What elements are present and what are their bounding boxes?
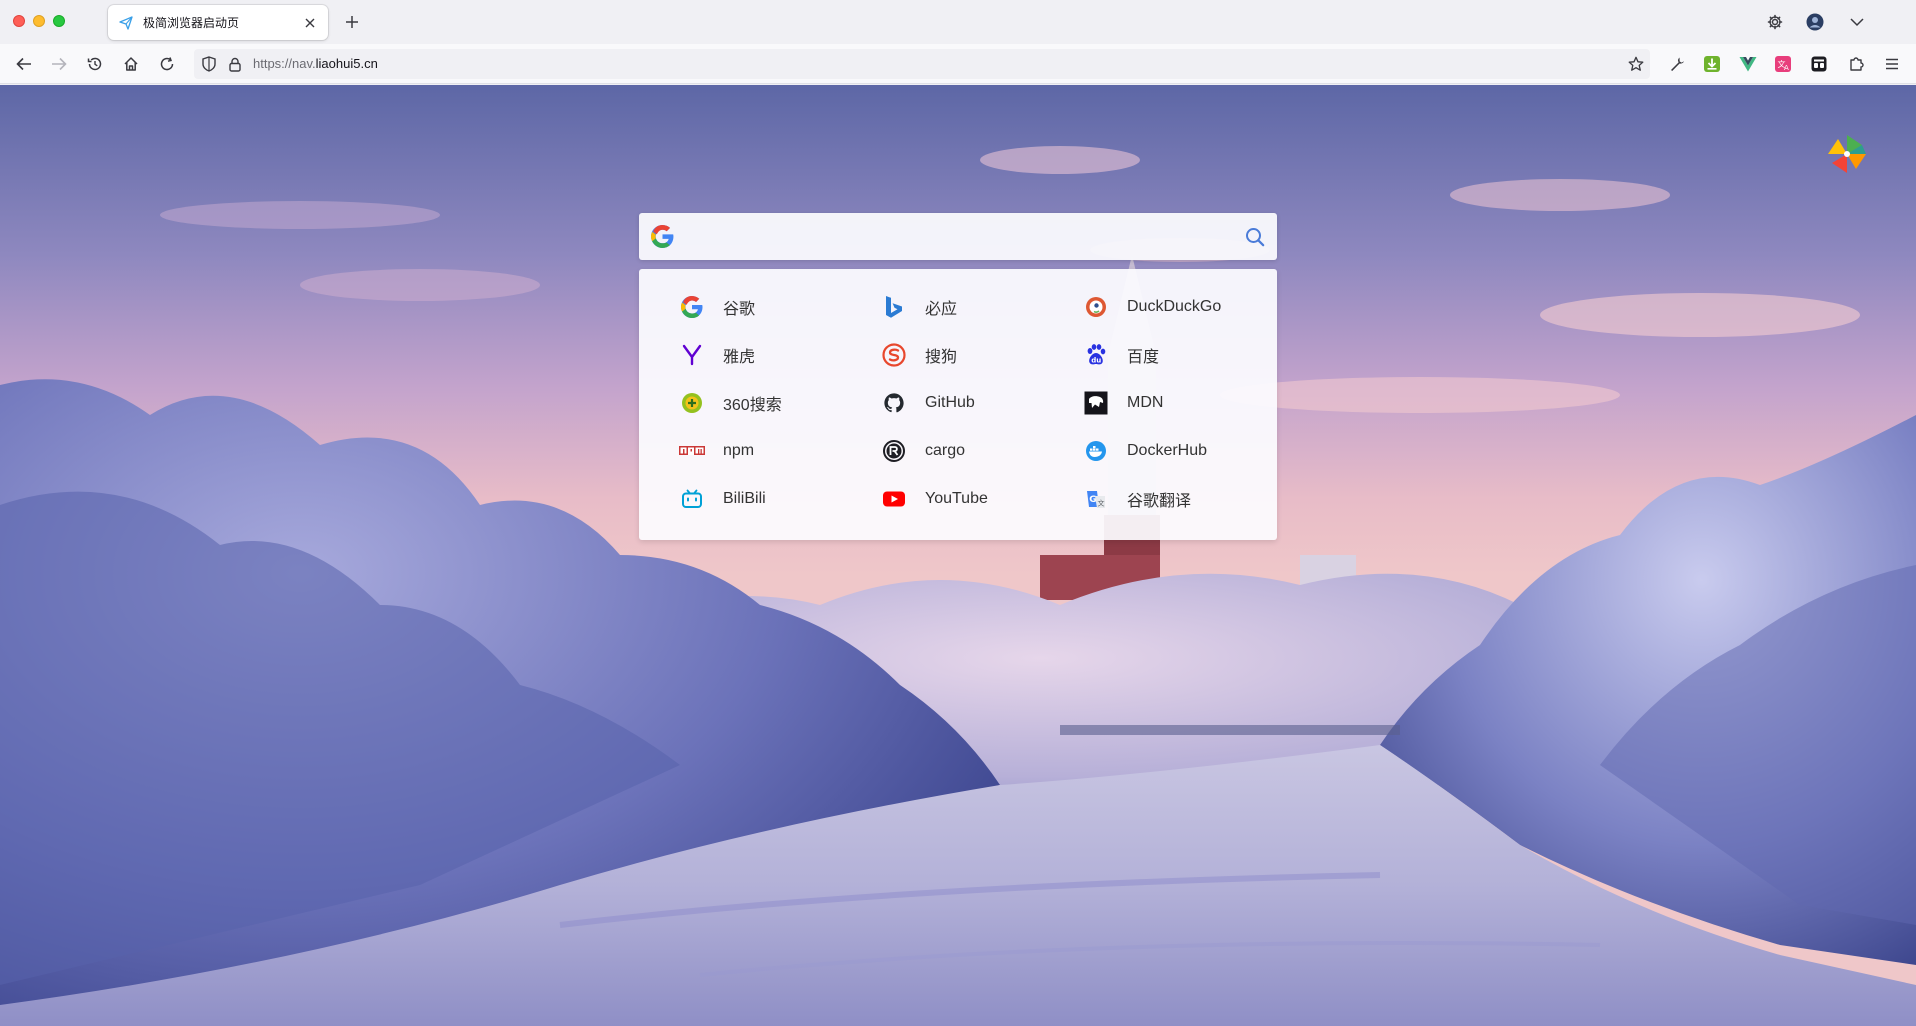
- tab-title: 极简浏览器启动页: [143, 16, 240, 30]
- vue-devtools-icon[interactable]: [1736, 52, 1760, 76]
- engine-youtube[interactable]: YouTube: [881, 475, 1083, 523]
- wrench-icon[interactable]: [1665, 52, 1689, 76]
- engine-bing[interactable]: 必应: [881, 283, 1083, 331]
- engine-label: 百度: [1127, 349, 1160, 366]
- engine-label: 必应: [925, 301, 958, 318]
- new-tab-button[interactable]: [340, 10, 364, 34]
- search-bar: [639, 213, 1277, 260]
- lock-icon[interactable]: [226, 55, 244, 73]
- sogou-icon: [881, 342, 907, 368]
- rust-cargo-icon: [881, 438, 907, 464]
- engine-sogou[interactable]: 搜狗: [881, 331, 1083, 379]
- paper-plane-icon: [118, 15, 134, 31]
- engine-label: 搜狗: [925, 349, 958, 366]
- search-engine-grid: 谷歌 必应 DuckDuckGo 雅虎 搜狗 du 百度 360搜索 GitHu…: [679, 283, 1277, 523]
- engine-dockerhub[interactable]: DockerHub: [1083, 427, 1285, 475]
- docker-icon: [1083, 438, 1109, 464]
- search-icon[interactable]: [1243, 225, 1267, 249]
- engine-google[interactable]: 谷歌: [679, 283, 881, 331]
- engine-github[interactable]: GitHub: [881, 379, 1083, 427]
- hamburger-menu-icon[interactable]: [1880, 52, 1904, 76]
- engine-label: GitHub: [925, 394, 975, 411]
- bing-icon: [881, 294, 907, 320]
- engine-label: 谷歌: [723, 301, 756, 318]
- mdn-icon: [1083, 390, 1109, 416]
- tracking-protection-shield-icon[interactable]: [200, 55, 218, 73]
- search-engine-panel: 谷歌 必应 DuckDuckGo 雅虎 搜狗 du 百度 360搜索 GitHu…: [639, 269, 1277, 540]
- engine-mdn[interactable]: MDN: [1083, 379, 1285, 427]
- reload-icon[interactable]: [155, 52, 179, 76]
- url-host: liaohui5.cn: [315, 56, 378, 71]
- download-extension-icon[interactable]: [1700, 52, 1724, 76]
- bookmark-star-icon[interactable]: [1624, 52, 1648, 76]
- yahoo-icon: [679, 342, 705, 368]
- list-all-tabs-icon[interactable]: [1845, 10, 1869, 34]
- engine-label: 360搜索: [723, 397, 782, 414]
- engine-bilibili[interactable]: BiliBili: [679, 475, 881, 523]
- url-scheme: https://nav.: [253, 56, 316, 71]
- reader-extension-icon[interactable]: [1807, 52, 1831, 76]
- title-bar: 极简浏览器启动页: [0, 0, 1916, 44]
- engine-yahoo[interactable]: 雅虎: [679, 331, 881, 379]
- bilibili-tv-icon: [679, 486, 705, 512]
- google-g-icon[interactable]: [650, 224, 675, 249]
- maximize-window-button[interactable]: [53, 15, 65, 27]
- engine-cargo[interactable]: cargo: [881, 427, 1083, 475]
- duckduckgo-icon: [1083, 294, 1109, 320]
- account-avatar-icon[interactable]: [1803, 10, 1827, 34]
- engine-label: BiliBili: [723, 490, 766, 507]
- engine-label: MDN: [1127, 394, 1164, 411]
- engine-google-translate[interactable]: G文 谷歌翻译: [1083, 475, 1285, 523]
- baidu-paw-icon: du: [1083, 342, 1109, 368]
- forward-arrow-icon[interactable]: [47, 52, 71, 76]
- engine-label: YouTube: [925, 490, 988, 507]
- so360-icon: [679, 390, 705, 416]
- gear-icon[interactable]: [1763, 10, 1787, 34]
- engine-label: DockerHub: [1127, 442, 1208, 459]
- engine-label: 谷歌翻译: [1127, 493, 1192, 510]
- google-translate-icon: G文: [1083, 486, 1109, 512]
- home-icon[interactable]: [119, 52, 143, 76]
- close-window-button[interactable]: [13, 15, 25, 27]
- close-icon[interactable]: [302, 15, 318, 31]
- youtube-icon: [881, 486, 907, 512]
- search-input[interactable]: [687, 221, 1207, 252]
- engine-label: 雅虎: [723, 349, 756, 366]
- engine-duckduckgo[interactable]: DuckDuckGo: [1083, 283, 1285, 331]
- minimize-window-button[interactable]: [33, 15, 45, 27]
- active-tab[interactable]: 极简浏览器启动页: [108, 5, 328, 40]
- svg-text:du: du: [1091, 357, 1101, 365]
- pinwheel-logo-icon[interactable]: [1826, 133, 1868, 175]
- engine-npm[interactable]: npm: [679, 427, 881, 475]
- npm-icon: [679, 438, 705, 464]
- engine-baidu[interactable]: du 百度: [1083, 331, 1285, 379]
- extensions-puzzle-icon[interactable]: [1844, 52, 1868, 76]
- back-arrow-icon[interactable]: [12, 52, 36, 76]
- engine-label: npm: [723, 442, 755, 459]
- address-bar[interactable]: https://nav.liaohui5.cn: [194, 49, 1650, 79]
- translate-extension-icon[interactable]: 文A: [1771, 52, 1795, 76]
- start-page: 谷歌 必应 DuckDuckGo 雅虎 搜狗 du 百度 360搜索 GitHu…: [0, 85, 1916, 1026]
- svg-text:A: A: [1784, 64, 1789, 72]
- engine-label: DuckDuckGo: [1127, 298, 1222, 315]
- plus-icon: [346, 16, 358, 28]
- url-text[interactable]: https://nav.liaohui5.cn: [253, 56, 378, 71]
- engine-360[interactable]: 360搜索: [679, 379, 881, 427]
- navigation-toolbar: https://nav.liaohui5.cn 文A: [0, 44, 1916, 84]
- svg-text:文: 文: [1098, 499, 1105, 508]
- history-icon[interactable]: [83, 52, 107, 76]
- engine-label: cargo: [925, 442, 966, 459]
- github-icon: [881, 390, 907, 416]
- google-icon: [679, 294, 705, 320]
